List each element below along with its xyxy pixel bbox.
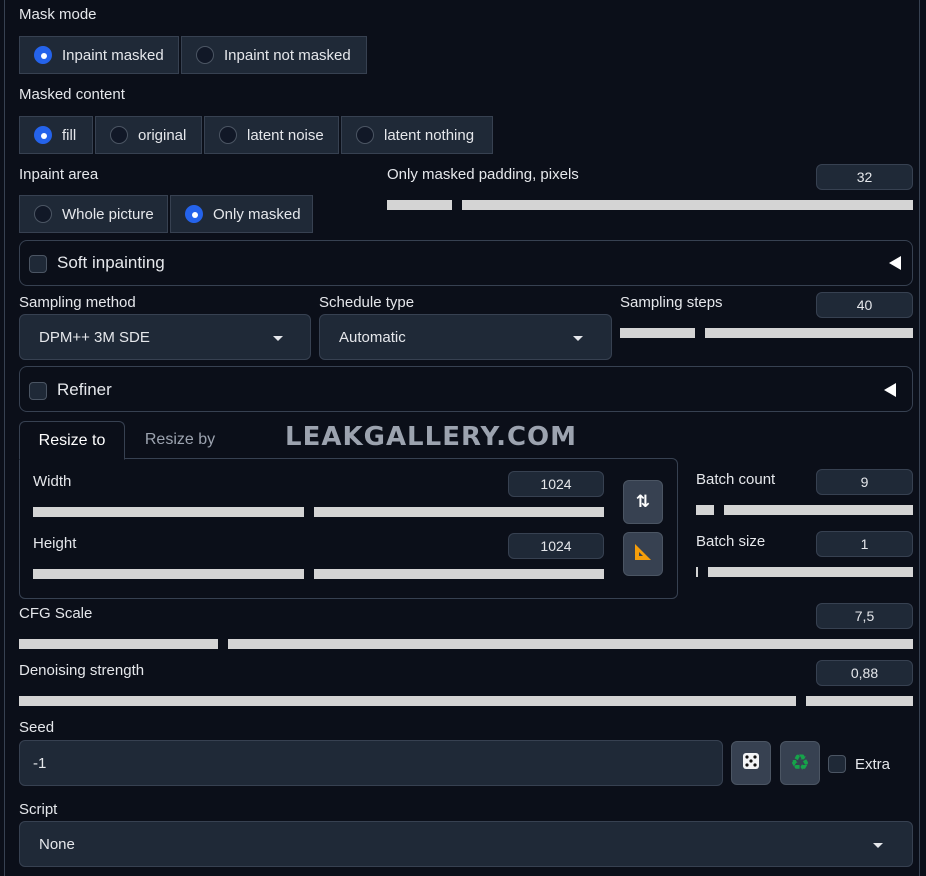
option-label: fill (62, 126, 77, 144)
chevron-down-icon (873, 843, 883, 848)
batch-count-slider-thumb[interactable] (714, 502, 724, 518)
sampling-method-value: DPM++ 3M SDE (39, 328, 150, 346)
height-slider[interactable] (33, 569, 604, 579)
cfg-scale-number-input[interactable]: 7,5 (816, 603, 913, 629)
mask-mode-option-inpaint-masked[interactable]: Inpaint masked (19, 36, 179, 74)
option-label: original (138, 126, 187, 144)
cfg-scale-slider[interactable] (19, 639, 913, 649)
padding-number-input[interactable]: 32 (816, 164, 913, 190)
extra-seed-label: Extra (855, 756, 891, 773)
script-value: None (39, 835, 75, 853)
swap-dimensions-button[interactable]: ⇅ (623, 480, 663, 524)
collapse-triangle-icon[interactable] (889, 256, 901, 270)
mask-mode-option-inpaint-not-masked[interactable]: Inpaint not masked (181, 36, 367, 74)
inpaint-area-radio-group: Whole picture Only masked (19, 195, 315, 233)
batch-count-number-input[interactable]: 9 (816, 469, 913, 495)
schedule-type-dropdown[interactable]: Automatic (319, 314, 612, 360)
cfg-scale-slider-thumb[interactable] (218, 636, 228, 652)
sampling-steps-label: Sampling steps (620, 294, 723, 311)
padding-label: Only masked padding, pixels (387, 166, 579, 183)
option-label: Whole picture (62, 205, 154, 223)
refiner-checkbox[interactable] (29, 382, 47, 400)
padding-slider-thumb[interactable] (452, 197, 462, 213)
seed-input[interactable]: -1 (19, 740, 723, 786)
tab-resize-to[interactable]: Resize to (19, 421, 125, 460)
radio-selected-icon (185, 205, 203, 223)
width-number-input[interactable]: 1024 (508, 471, 604, 497)
chevron-down-icon (573, 336, 583, 341)
option-label: latent nothing (384, 126, 475, 144)
denoising-strength-number-input[interactable]: 0,88 (816, 660, 913, 686)
height-number-input[interactable]: 1024 (508, 533, 604, 559)
sampling-steps-slider-thumb[interactable] (695, 325, 705, 341)
random-seed-button[interactable] (731, 741, 771, 785)
sampling-steps-slider[interactable] (620, 328, 913, 338)
cfg-scale-label: CFG Scale (19, 605, 93, 622)
denoising-strength-label: Denoising strength (19, 662, 145, 679)
height-label: Height (33, 535, 77, 552)
reuse-seed-button[interactable]: ♻ (780, 741, 820, 785)
radio-unselected-icon (219, 126, 237, 144)
radio-unselected-icon (110, 126, 128, 144)
radio-selected-icon (34, 126, 52, 144)
denoising-strength-slider-thumb[interactable] (796, 693, 806, 709)
recycle-icon: ♻ (790, 750, 810, 775)
seed-value: -1 (33, 754, 47, 772)
inpaint-area-option-only-masked[interactable]: Only masked (170, 195, 313, 233)
schedule-type-value: Automatic (339, 328, 406, 346)
soft-inpainting-title: Soft inpainting (57, 253, 165, 272)
inpaint-area-option-whole-picture[interactable]: Whole picture (19, 195, 168, 233)
extra-seed-checkbox[interactable] (828, 755, 846, 773)
dice-icon (741, 751, 761, 776)
masked-content-radio-group: fill original latent noise latent nothin… (19, 116, 495, 154)
option-label: latent noise (247, 126, 324, 144)
script-dropdown[interactable]: None (19, 821, 913, 867)
batch-size-label: Batch size (696, 533, 766, 550)
batch-count-label: Batch count (696, 471, 776, 488)
padding-slider[interactable] (387, 200, 913, 210)
seed-label: Seed (19, 719, 55, 736)
option-label: Only masked (213, 205, 301, 223)
triangle-ruler-icon (633, 542, 653, 567)
masked-content-option-original[interactable]: original (95, 116, 202, 154)
tab-resize-by[interactable]: Resize by (131, 421, 229, 459)
aspect-ratio-button[interactable] (623, 532, 663, 576)
masked-content-option-latent-nothing[interactable]: latent nothing (341, 116, 493, 154)
refiner-title: Refiner (57, 380, 112, 399)
soft-inpainting-checkbox[interactable] (29, 255, 47, 273)
mask-mode-radio-group: Inpaint masked Inpaint not masked (19, 36, 369, 74)
height-slider-thumb[interactable] (304, 566, 314, 582)
watermark-text: LEAKGALLERY.COM (285, 422, 578, 452)
radio-unselected-icon (34, 205, 52, 223)
sampling-method-label: Sampling method (19, 294, 136, 311)
masked-content-option-latent-noise[interactable]: latent noise (204, 116, 339, 154)
inpaint-area-label: Inpaint area (19, 166, 99, 183)
sampling-method-dropdown[interactable]: DPM++ 3M SDE (19, 314, 311, 360)
width-slider-thumb[interactable] (304, 504, 314, 520)
batch-size-number-input[interactable]: 1 (816, 531, 913, 557)
width-label: Width (33, 473, 72, 490)
refiner-accordion[interactable] (19, 366, 913, 412)
sampling-steps-number-input[interactable]: 40 (816, 292, 913, 318)
script-label: Script (19, 801, 58, 818)
batch-count-slider[interactable] (696, 505, 913, 515)
batch-size-slider[interactable] (696, 567, 913, 577)
radio-selected-icon (34, 46, 52, 64)
denoising-strength-slider[interactable] (19, 696, 913, 706)
radio-unselected-icon (196, 46, 214, 64)
masked-content-option-fill[interactable]: fill (19, 116, 93, 154)
collapse-triangle-icon[interactable] (884, 383, 896, 397)
width-slider[interactable] (33, 507, 604, 517)
chevron-down-icon (273, 336, 283, 341)
schedule-type-label: Schedule type (319, 294, 415, 311)
masked-content-label: Masked content (19, 86, 125, 103)
mask-mode-label: Mask mode (19, 6, 97, 23)
radio-unselected-icon (356, 126, 374, 144)
batch-size-slider-thumb[interactable] (698, 564, 708, 580)
option-label: Inpaint masked (62, 46, 164, 64)
swap-dimensions-icon: ⇅ (635, 492, 651, 511)
option-label: Inpaint not masked (224, 46, 351, 64)
